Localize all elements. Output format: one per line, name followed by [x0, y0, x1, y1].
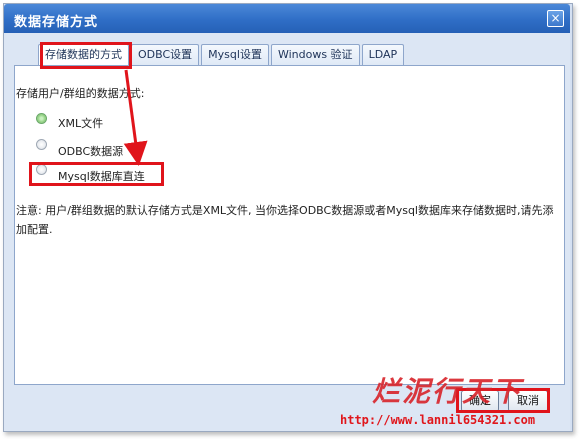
tab-ldap[interactable]: LDAP: [361, 44, 405, 65]
tab-mysql-settings[interactable]: Mysql设置: [201, 44, 269, 65]
radio-odbc[interactable]: [36, 139, 47, 150]
note-text: 注意: 用户/群组数据的默认存储方式是XML文件, 当你选择ODBC数据源或者M…: [16, 204, 554, 236]
watermark-url: http://www.lannil654321.com: [340, 413, 536, 427]
option-odbc-label: ODBC数据源: [58, 145, 124, 158]
highlight-box-tab: [40, 42, 132, 69]
tab-odbc-settings[interactable]: ODBC设置: [131, 44, 200, 65]
dialog-title: 数据存储方式: [14, 15, 99, 30]
highlight-box-mysql: [29, 162, 164, 186]
option-xml-label: XML文件: [58, 117, 104, 130]
radio-xml[interactable]: [36, 113, 47, 124]
watermark-logo: 烂泥行天下: [372, 375, 523, 408]
section-label: 存储用户/群组的数据方式:: [16, 87, 145, 100]
title-bar: 数据存储方式 ×: [4, 4, 570, 33]
close-icon[interactable]: ×: [547, 10, 564, 27]
tab-windows-auth[interactable]: Windows 验证: [270, 44, 360, 65]
